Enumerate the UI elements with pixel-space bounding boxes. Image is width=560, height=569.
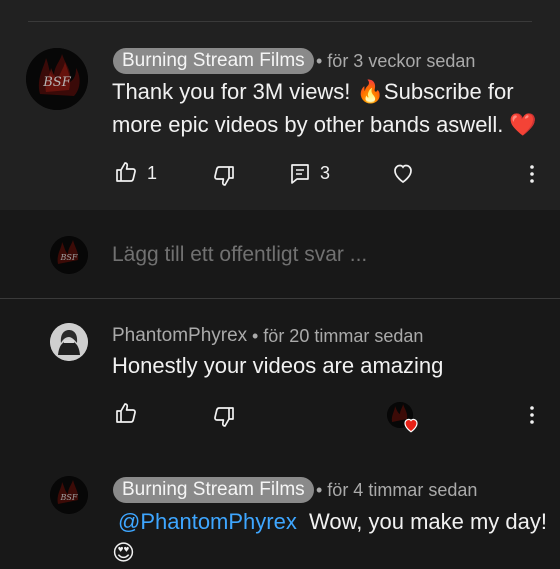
mention-link[interactable]: @PhantomPhyrex xyxy=(118,509,297,534)
channel-logo: BSF xyxy=(50,476,88,514)
thumb-down-icon[interactable] xyxy=(212,405,236,429)
comment-author[interactable]: PhantomPhyrex xyxy=(112,325,247,347)
channel-avatar[interactable]: BSF xyxy=(26,48,88,110)
reply-input[interactable]: Lägg till ett offentligt svar ... xyxy=(112,243,367,267)
user-avatar[interactable] xyxy=(50,323,88,361)
more-vert-icon[interactable] xyxy=(520,403,544,427)
like-count: 1 xyxy=(147,163,158,183)
comment-text: Honestly your videos are amazing xyxy=(112,353,444,378)
comment-author[interactable]: Burning Stream Films xyxy=(113,477,314,503)
comment-text-line-2: more epic videos by other bands aswell. … xyxy=(112,112,537,137)
thumb-up-icon[interactable] xyxy=(114,401,138,425)
comment-text: @PhantomPhyrex Wow, you make my day! xyxy=(118,505,548,538)
more-vert-icon[interactable] xyxy=(520,162,544,186)
user-avatar: BSF xyxy=(50,236,88,274)
channel-avatar[interactable]: BSF xyxy=(50,476,88,514)
user-avatar-image xyxy=(50,323,88,361)
reply-count: 3 xyxy=(320,163,331,183)
top-divider xyxy=(28,21,532,22)
comment-author[interactable]: Burning Stream Films xyxy=(113,48,314,74)
channel-logo: BSF xyxy=(26,48,88,110)
thumb-down-icon[interactable] xyxy=(212,164,236,188)
user-avatar-image: BSF xyxy=(50,236,88,274)
comment-time: • för 3 veckor sedan xyxy=(316,51,476,71)
comment-time: • för 4 timmar sedan xyxy=(316,480,478,500)
creator-heart-icon xyxy=(404,418,418,433)
comment-text: Thank you for 3M views! 🔥Subscribe for m… xyxy=(112,75,542,141)
heart-icon[interactable] xyxy=(391,161,415,185)
comment-emoji: 😍 xyxy=(112,540,135,565)
svg-text:BSF: BSF xyxy=(60,493,78,502)
comment-text-line-1: Thank you for 3M views! 🔥Subscribe for xyxy=(112,79,514,104)
comment-text-body: Wow, you make my day! xyxy=(308,509,547,534)
comment-time: • för 20 timmar sedan xyxy=(252,326,424,346)
reply-icon[interactable] xyxy=(288,162,312,186)
svg-text:BSF: BSF xyxy=(60,253,78,262)
svg-text:BSF: BSF xyxy=(42,75,71,90)
thumb-up-icon[interactable] xyxy=(114,160,138,184)
